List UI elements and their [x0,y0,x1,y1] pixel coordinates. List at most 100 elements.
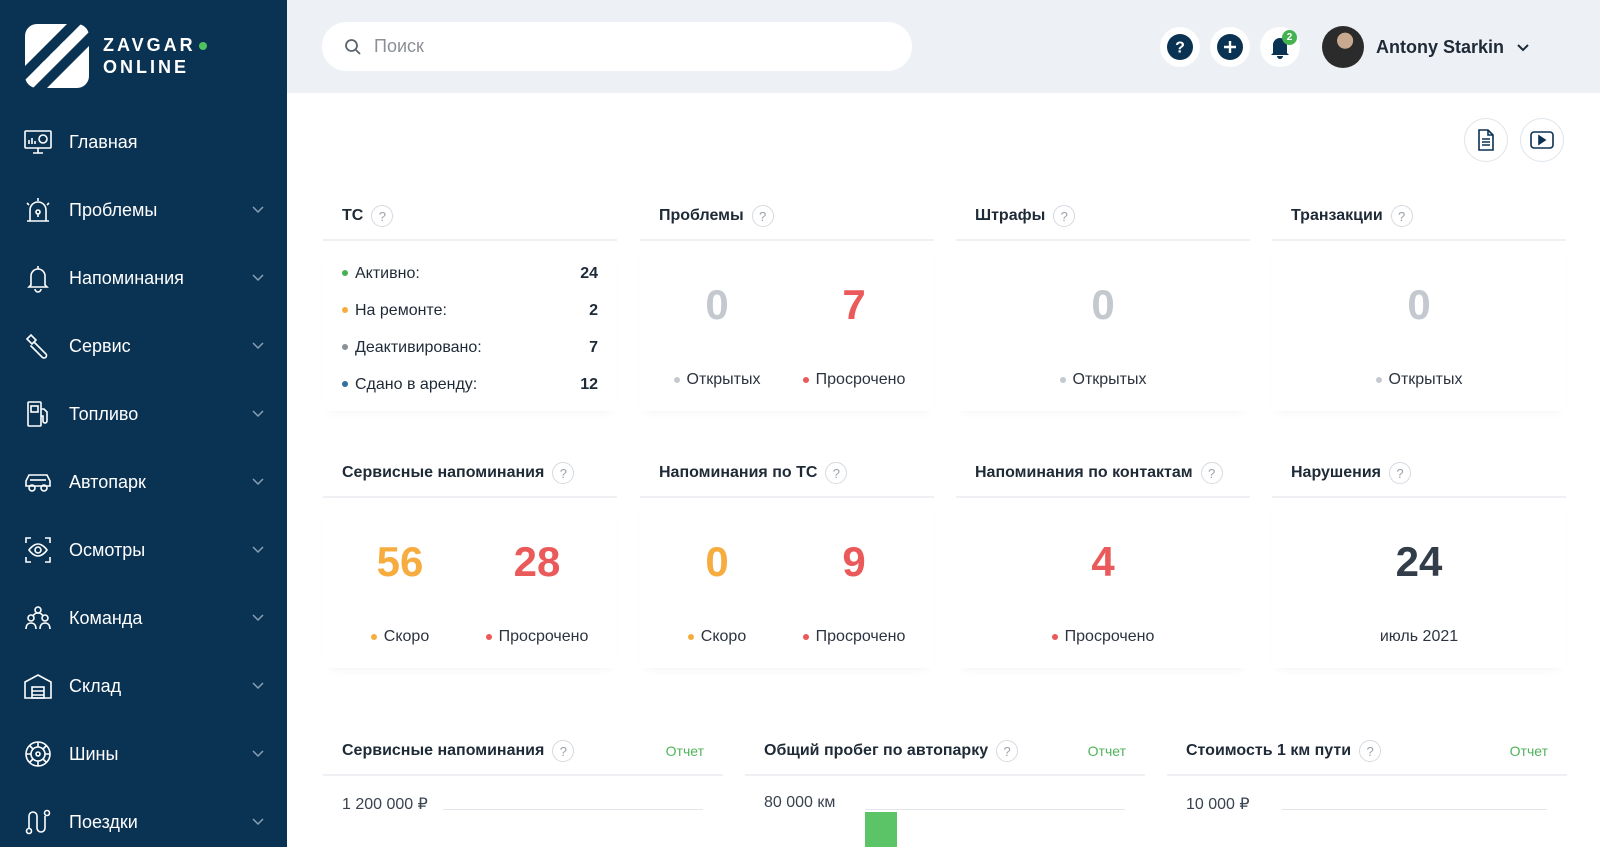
help-question-icon[interactable]: ? [751,205,774,227]
sidebar-item-warehouse[interactable]: Склад [0,652,287,720]
soon-count[interactable]: 56 [330,538,470,586]
help-question-icon[interactable]: ? [552,462,575,484]
overdue-count[interactable]: 28 [467,538,607,586]
card-title: Транзакции [1291,207,1383,224]
card-header: Нарушения ? [1272,450,1566,498]
help-question-icon[interactable]: ? [996,740,1019,762]
team-icon [23,603,53,633]
status-dot [687,633,694,640]
legend-open: Открытых [686,371,761,388]
sidebar-item-fuel[interactable]: Топливо [0,380,287,448]
card-title: Штрафы [975,207,1046,224]
help-question-icon[interactable]: ? [1053,205,1076,227]
sidebar-item-label: Поездки [69,811,138,832]
mileage-chart: Общий пробег по автопарку ? Отчет 80 000… [745,728,1145,847]
sidebar-item-service[interactable]: Сервис [0,312,287,380]
status-dot [370,633,377,640]
status-dot [1375,376,1382,383]
sidebar: ZAVGAR ONLINE Главная Проблемы Напоминан… [0,0,287,847]
status-dot [802,633,809,640]
status-dot [802,376,809,383]
violations-card: Нарушения ? 24 июль 2021 [1272,450,1566,668]
sidebar-item-problems[interactable]: Проблемы [0,176,287,244]
legend-soon: Скоро [700,628,747,645]
overdue-count[interactable]: 7 [784,281,924,329]
chart-body: 80 000 км [745,776,1145,847]
sidebar-item-trips[interactable]: Поездки [0,788,287,847]
help-question-icon[interactable]: ? [825,462,848,484]
chevron-down-icon [1517,44,1529,52]
sidebar-item-home[interactable]: Главная [0,108,287,176]
stat-row-active[interactable]: Активно: 24 [323,255,617,292]
open-count[interactable]: 0 [1349,281,1489,329]
open-count[interactable]: 0 [647,281,787,329]
open-count[interactable]: 0 [1033,281,1173,329]
report-link[interactable]: Отчет [1088,743,1126,759]
help-question-icon[interactable]: ? [1390,205,1413,227]
chart-title: Сервисные напоминания [342,742,545,759]
chevron-down-icon [252,478,264,486]
help-question-icon[interactable]: ? [371,205,394,227]
overdue-count[interactable]: 4 [1033,538,1173,586]
stat-row-repair[interactable]: На ремонте: 2 [323,292,617,329]
card-header: Транзакции ? [1272,193,1566,241]
chart-header: Стоимость 1 км пути ? Отчет [1167,728,1567,776]
chart-bar[interactable] [865,812,897,847]
help-button[interactable]: ? [1160,27,1200,67]
status-dot [1059,376,1066,383]
card-header: Напоминания по ТС ? [640,450,934,498]
service-reminders-card: Сервисные напоминания ? 56 28 Скоро Прос… [323,450,617,668]
bell-icon [23,263,53,293]
legend-overdue: Просрочено [1064,628,1155,645]
report-link[interactable]: Отчет [1510,743,1548,759]
card-header: Проблемы ? [640,193,934,241]
sidebar-item-reminders[interactable]: Напоминания [0,244,287,312]
brand-logo[interactable]: ZAVGAR ONLINE [23,22,214,90]
cost-per-km-chart: Стоимость 1 км пути ? Отчет 10 000 ₽ [1167,728,1567,847]
chevron-down-icon [252,614,264,622]
card-title: ТС [342,207,364,224]
help-question-icon[interactable]: ? [552,740,575,762]
card-title: Проблемы [659,207,744,224]
play-video-icon [1530,131,1554,149]
stat-row-deactivated[interactable]: Деактивировано: 7 [323,329,617,366]
card-body: 0 Открытых [1272,241,1566,411]
video-button[interactable] [1520,118,1564,162]
legend-overdue: Просрочено [815,371,906,388]
user-menu[interactable]: Antony Starkin [1322,26,1530,68]
brand-text: ZAVGAR ONLINE [103,34,214,78]
report-link[interactable]: Отчет [666,743,704,759]
soon-count[interactable]: 0 [647,538,787,586]
sidebar-item-inspections[interactable]: Осмотры [0,516,287,584]
stat-value: 24 [580,264,598,282]
sidebar-item-tires[interactable]: Шины [0,720,287,788]
chart-title: Общий пробег по автопарку [764,742,989,759]
sidebar-nav: Главная Проблемы Напоминания Сервис Топл… [0,108,287,847]
document-button[interactable] [1464,118,1508,162]
help-question-icon[interactable]: ? [1200,462,1223,484]
sidebar-item-label: Осмотры [69,539,146,560]
search-box[interactable] [322,22,912,71]
document-icon [1478,129,1494,151]
legend-open: Открытых [1388,371,1463,388]
search-input[interactable] [374,36,854,57]
help-question-icon[interactable]: ? [1388,462,1411,484]
violations-count[interactable]: 24 [1349,538,1489,586]
overdue-count[interactable]: 9 [784,538,924,586]
legend-open: Открытых [1072,371,1147,388]
legend-overdue: Просрочено [498,628,589,645]
stat-row-rented[interactable]: Сдано в аренду: 12 [323,366,617,403]
y-axis-tick-label: 10 000 ₽ [1186,796,1250,813]
sidebar-item-fleet[interactable]: Автопарк [0,448,287,516]
status-dot [673,376,680,383]
vehicle-reminders-card: Напоминания по ТС ? 0 9 Скоро Просрочено [640,450,934,668]
sidebar-item-label: Шины [69,743,119,764]
notifications-button[interactable]: 2 [1260,27,1300,67]
stat-label: Активно: [355,264,420,282]
chevron-down-icon [252,342,264,350]
add-button[interactable] [1210,27,1250,67]
stat-label: Сдано в аренду: [355,375,478,393]
help-question-icon[interactable]: ? [1359,740,1382,762]
sidebar-item-team[interactable]: Команда [0,584,287,652]
eye-icon [23,535,53,565]
